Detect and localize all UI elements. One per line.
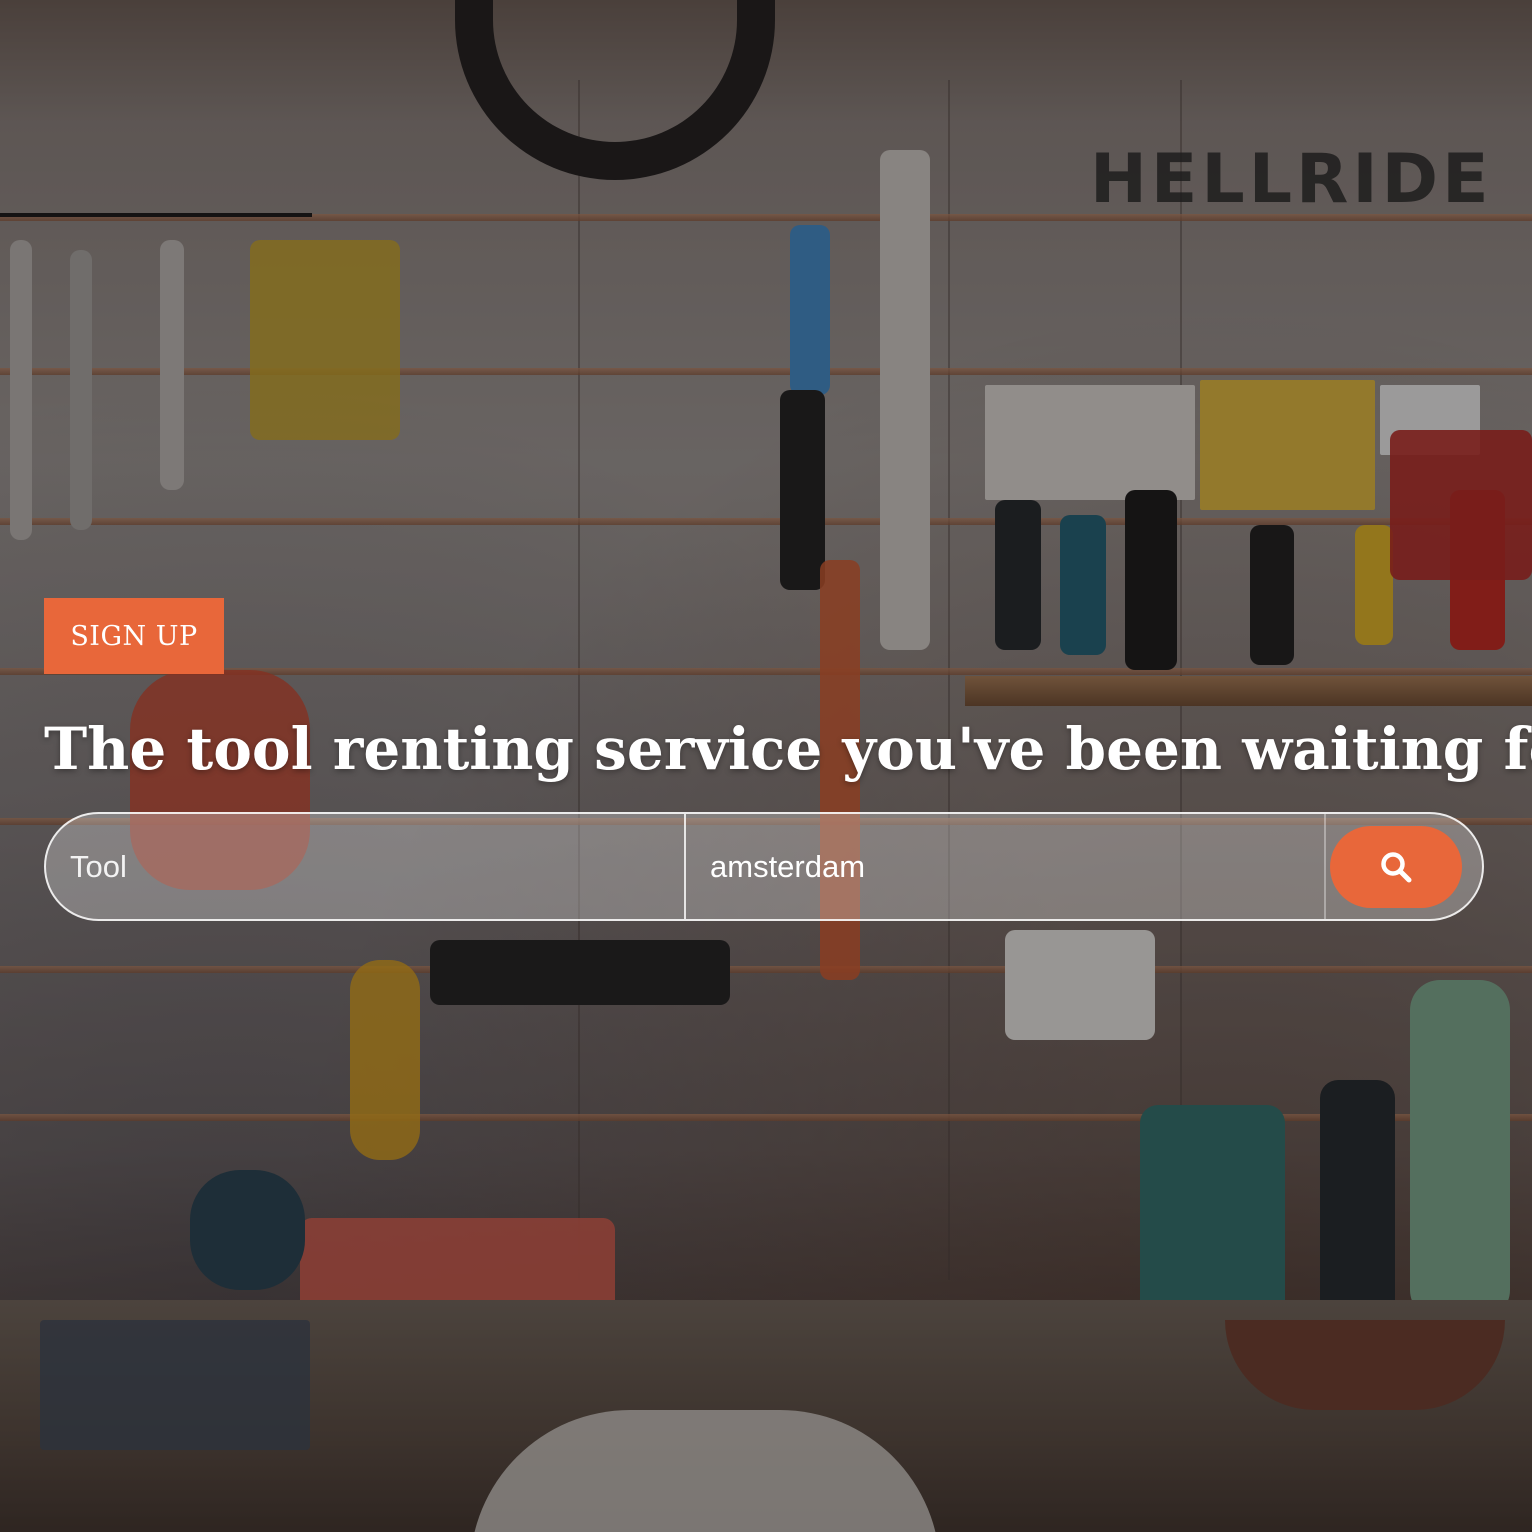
search-divider — [1324, 814, 1326, 919]
tool-search-input[interactable] — [46, 814, 684, 919]
sign-up-button[interactable]: SIGN UP — [44, 598, 224, 674]
search-bar — [44, 812, 1484, 921]
header-divider — [0, 213, 312, 217]
hero-section: HELLRIDE SIGN UP The tool renting servic… — [0, 0, 1532, 1532]
search-icon — [1379, 850, 1413, 884]
hero-headline: The tool renting service you've been wai… — [44, 715, 1532, 783]
location-input[interactable] — [686, 814, 1324, 919]
search-button[interactable] — [1330, 826, 1462, 908]
